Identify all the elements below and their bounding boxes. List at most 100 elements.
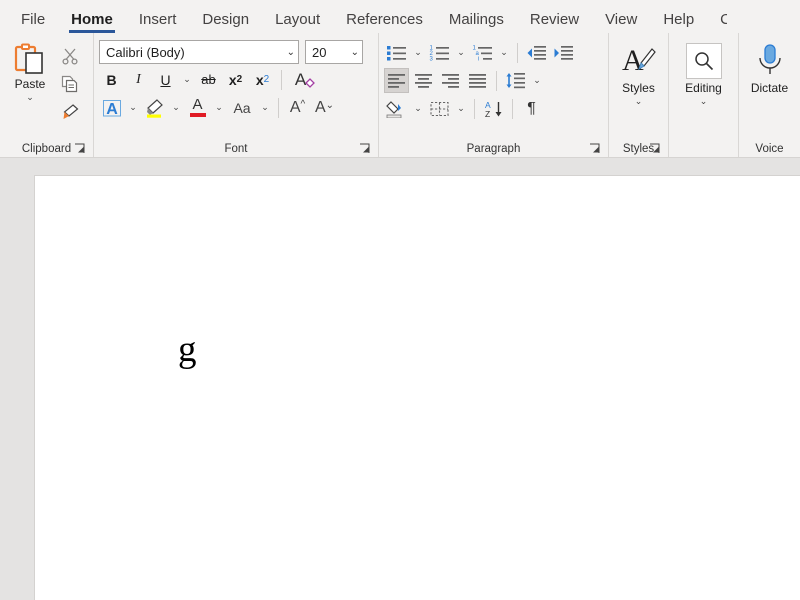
bullets-icon (386, 44, 407, 62)
sort-icon: A Z (483, 100, 505, 118)
superscript-button[interactable]: x2 (250, 67, 275, 92)
font-color-icon: A (190, 98, 206, 117)
show-formatting-marks-button[interactable]: ¶ (519, 96, 544, 121)
tab-view-label: View (605, 11, 637, 28)
tab-view[interactable]: View (592, 12, 650, 33)
align-left-button[interactable] (384, 68, 409, 93)
tab-references[interactable]: References (333, 12, 436, 33)
underline-button[interactable]: U (153, 67, 178, 92)
sort-button[interactable]: A Z (481, 96, 506, 121)
strikethrough-button[interactable]: ab (196, 67, 221, 92)
tab-design-label: Design (202, 11, 249, 28)
multilevel-list-caret[interactable]: ⌄ (497, 40, 511, 65)
bullets-caret[interactable]: ⌄ (411, 40, 425, 65)
numbering-caret[interactable]: ⌄ (454, 40, 468, 65)
tab-comments-clipped[interactable]: C (707, 12, 727, 33)
font-color-caret-label: ⌄ (215, 102, 223, 113)
strikethrough-label: ab (201, 72, 215, 87)
tab-design[interactable]: Design (189, 12, 262, 33)
voice-group-label-row: Voice (744, 140, 795, 157)
paste-dropdown-caret[interactable]: ⌄ (26, 93, 34, 102)
tab-layout[interactable]: Layout (262, 12, 333, 33)
grow-font-button[interactable]: A^ (285, 95, 310, 120)
decrease-indent-button[interactable] (524, 40, 549, 65)
styles-button[interactable]: A Styles ⌄ (614, 37, 663, 106)
shrink-font-icon: A⌄ (315, 99, 334, 117)
highlight-caret[interactable]: ⌄ (169, 95, 183, 120)
line-spacing-button[interactable] (503, 68, 528, 93)
font-color-button[interactable]: A (185, 95, 210, 120)
numbering-button[interactable]: 1 2 3 (427, 40, 452, 65)
tab-review[interactable]: Review (517, 12, 592, 33)
font-dialog-launcher[interactable] (359, 143, 371, 155)
tab-home[interactable]: Home (58, 12, 126, 33)
font-color-letter: A (192, 98, 202, 112)
change-case-caret[interactable]: ⌄ (258, 95, 272, 120)
tab-mailings-label: Mailings (449, 11, 504, 28)
tab-file[interactable]: File (8, 12, 58, 33)
highlight-button[interactable] (142, 95, 167, 120)
bullets-button[interactable] (384, 40, 409, 65)
editing-button[interactable]: Editing ⌄ (674, 37, 733, 106)
text-effects-caret[interactable]: ⌄ (126, 95, 140, 120)
document-page[interactable]: g (34, 175, 800, 600)
italic-button[interactable]: I (126, 67, 151, 92)
bold-button[interactable]: B (99, 67, 124, 92)
styles-group-body: A Styles ⌄ (614, 37, 663, 140)
paragraph-group-body: ⌄ 1 2 3 ⌄ (384, 37, 603, 140)
change-case-button[interactable]: Aa (228, 95, 256, 120)
justify-button[interactable] (465, 68, 490, 93)
editing-dropdown-caret[interactable]: ⌄ (700, 97, 708, 106)
numbering-icon: 1 2 3 (429, 44, 450, 62)
align-center-button[interactable] (411, 68, 436, 93)
borders-button[interactable] (427, 96, 452, 121)
shading-caret[interactable]: ⌄ (411, 96, 425, 121)
shading-button[interactable] (384, 96, 409, 121)
highlight-icon (144, 98, 166, 118)
paste-button[interactable]: Paste ⌄ (5, 39, 55, 102)
align-right-button[interactable] (438, 68, 463, 93)
cut-button[interactable] (57, 44, 83, 68)
underline-dropdown-caret[interactable]: ⌄ (180, 67, 194, 92)
tab-home-label: Home (71, 11, 113, 28)
font-color-caret[interactable]: ⌄ (212, 95, 226, 120)
styles-dropdown-caret[interactable]: ⌄ (635, 97, 643, 106)
font-size-caret[interactable]: ⌄ (347, 47, 359, 58)
pilcrow-icon: ¶ (527, 100, 536, 118)
text-effects-button[interactable]: A (99, 95, 124, 120)
copy-button[interactable] (57, 72, 83, 96)
shrink-font-button[interactable]: A⌄ (312, 95, 337, 120)
svg-text:3: 3 (430, 56, 434, 62)
font-name-value: Calibri (Body) (106, 45, 185, 60)
font-separator-1 (281, 70, 282, 90)
line-spacing-caret[interactable]: ⌄ (530, 68, 544, 93)
paragraph-list-row: ⌄ 1 2 3 ⌄ (384, 40, 576, 65)
document-canvas: g (0, 158, 800, 600)
multilevel-list-button[interactable]: 1 a i (470, 40, 495, 65)
clear-formatting-button[interactable]: A (288, 67, 313, 92)
underline-caret-label: ⌄ (183, 74, 191, 85)
font-name-caret[interactable]: ⌄ (283, 47, 295, 58)
increase-indent-button[interactable] (551, 40, 576, 65)
tab-help[interactable]: Help (650, 12, 707, 33)
align-right-icon (441, 73, 460, 89)
tab-insert[interactable]: Insert (126, 12, 190, 33)
clipboard-dialog-launcher[interactable] (74, 143, 86, 155)
font-name-input[interactable]: Calibri (Body) ⌄ (99, 40, 299, 64)
editing-group-label-row (674, 140, 733, 157)
svg-text:A: A (622, 44, 644, 77)
subscript-index: 2 (237, 74, 243, 85)
subscript-button[interactable]: x2 (223, 67, 248, 92)
styles-dialog-launcher[interactable] (649, 143, 661, 155)
dictate-button[interactable]: Dictate (744, 37, 795, 95)
bold-label: B (106, 72, 116, 88)
document-body-text[interactable]: g (178, 331, 197, 368)
paragraph-group-label-row: Paragraph (384, 140, 603, 157)
change-case-caret-label: ⌄ (261, 102, 269, 113)
paragraph-dialog-launcher[interactable] (589, 143, 601, 155)
tab-mailings[interactable]: Mailings (436, 12, 517, 33)
decrease-indent-icon (526, 44, 547, 62)
format-painter-button[interactable] (57, 100, 83, 124)
borders-caret[interactable]: ⌄ (454, 96, 468, 121)
font-size-input[interactable]: 20 ⌄ (305, 40, 363, 64)
